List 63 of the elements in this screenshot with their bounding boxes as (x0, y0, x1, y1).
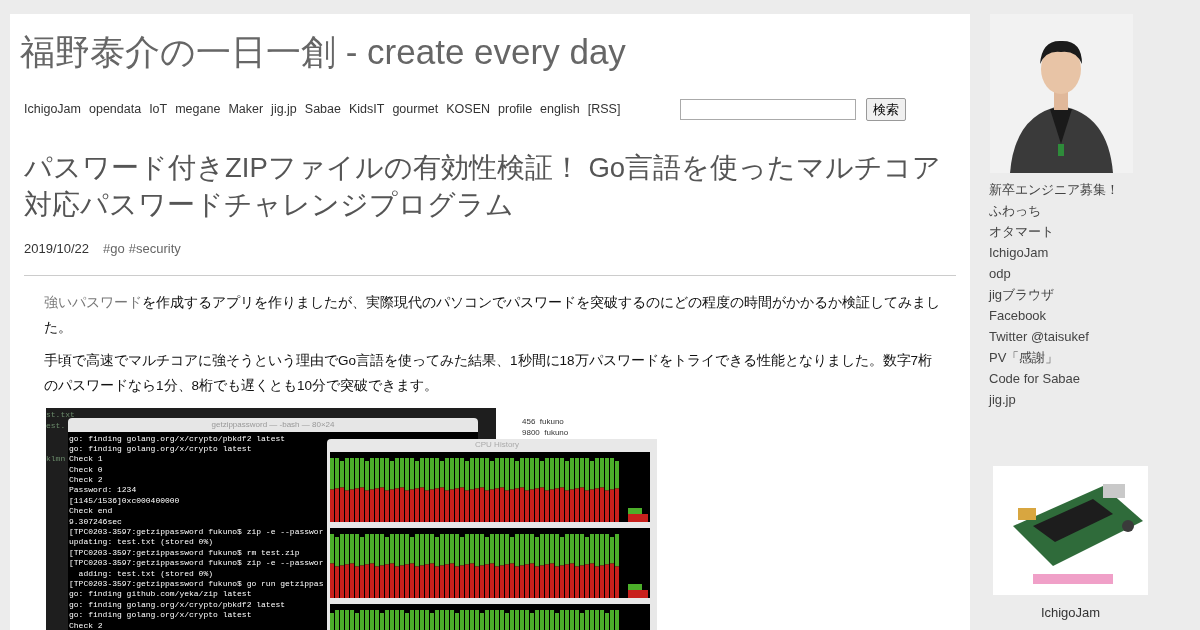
terminal-line: go: finding golang.org/x/crypto latest (69, 443, 253, 455)
nav-link[interactable]: jig.jp (271, 100, 297, 119)
system-load-bar (628, 589, 648, 598)
user-load-bar (628, 583, 642, 590)
nav-link[interactable]: profile (498, 100, 533, 119)
search-button[interactable]: 検索 (866, 98, 906, 121)
nav-link[interactable]: gourmet (392, 100, 439, 119)
terminal-line: updating: test.txt (stored 0%) (69, 537, 215, 548)
nav-link[interactable]: Sabae (304, 100, 341, 119)
process-row-text: 456 fukuno (521, 415, 565, 427)
editor-text: st.txt (46, 408, 75, 420)
editor-text: est. (46, 419, 67, 431)
tag-link[interactable]: #go (103, 239, 125, 259)
blog-title: 福野泰介の一日一創 - create every day (20, 32, 627, 72)
sidebar-link[interactable]: オタマート (989, 221, 1190, 242)
text-link[interactable]: 強いパスワード (44, 294, 142, 310)
nav-link[interactable]: Maker (228, 100, 264, 119)
sidebar-link[interactable]: IchigoJam (989, 242, 1190, 263)
sidebar-link[interactable]: 新卒エンジニア募集！ (989, 179, 1190, 200)
article-title: パスワード付きZIPファイルの有効性検証！ Go言語を使ったマルチコア対応パスワードチャレンジプログラム (24, 151, 943, 222)
nav-link[interactable]: KOSEN (446, 100, 491, 119)
terminal-line: Check 2 (69, 620, 104, 630)
sidebar-link[interactable]: Twitter @taisukef (989, 326, 1190, 347)
sidebar-link[interactable]: Facebook (989, 305, 1190, 326)
nav-link[interactable]: IchigoJam (24, 100, 81, 119)
sidebar-link[interactable]: jig.jp (989, 389, 1190, 410)
terminal-line: [TPC0203-3597:getzippassword fukuno$ rm test.zip (69, 547, 301, 559)
window-title: getzippassword — -bash — 80×24 (211, 418, 335, 431)
user-load-bar (628, 507, 642, 514)
nav-link[interactable]: IoT (149, 100, 168, 119)
banner-caption: IchigoJam (1039, 604, 1102, 622)
tag-link[interactable]: #security (128, 239, 181, 259)
paragraph: 手頃で高速でマルチコアに強そうという理由でGo言語を使ってみた結果、1秒間に18万パスワードをトライできる性能となりました。数字7桁のパスワードなら1分、8桁でも遅くとも10分で突破できます。 (44, 351, 934, 395)
terminal-line: [TPC0203-3597:getzippassword fukuno$ zip -e --passwor (69, 527, 325, 538)
nav-link[interactable]: english (540, 100, 580, 119)
terminal-line: [TPC0203-3597:getzippassword fukuno$ zip -e --passwor (69, 558, 325, 569)
terminal-line: go: finding github.com/yeka/zip latest (69, 589, 253, 600)
nav-link[interactable]: opendata (89, 100, 142, 119)
sidebar-link[interactable]: ふわっち (989, 200, 1190, 221)
system-load-bar (628, 513, 648, 522)
sidebar-link[interactable]: jigブラウザ (989, 284, 1190, 305)
terminal-line: go: finding golang.org/x/crypto/pbkdf2 latest (69, 433, 287, 444)
paragraph: 強いパスワード を作成するアプリを作りましたが、実際現代のパソコンでパスワードを突破するのにどの程度の時間がかかるか検証してみました。 (44, 293, 941, 337)
search-field[interactable] (680, 99, 856, 120)
sidebar-link[interactable]: Code for Sabae (989, 368, 1190, 389)
terminal-line: [TPC0203-3597:getzippassword fukuno$ go run getzippas (69, 578, 325, 590)
process-row-text: 9800 fukuno (521, 426, 570, 438)
terminal-line: Password: 1234 (69, 485, 138, 496)
nav-link[interactable]: megane (175, 100, 221, 119)
terminal-line: go: finding golang.org/x/crypto latest (69, 610, 253, 621)
terminal-line: Check 0 (69, 464, 104, 476)
sidebar-link[interactable]: odp (989, 263, 1190, 284)
terminal-line: adding: test.txt (stored 0%) (77, 568, 215, 579)
terminal-line: Check end (69, 506, 114, 517)
terminal-line: go: finding golang.org/x/crypto/pbkdf2 latest (69, 599, 287, 611)
nav-link[interactable]: KidsIT (349, 100, 385, 119)
terminal-line: Check 2 (69, 475, 104, 486)
terminal-line: [1145/1536]0xc000400000 (69, 495, 181, 507)
sidebar-link[interactable]: PV「感謝」 (989, 347, 1190, 368)
post-date: 2019/10/22 (24, 240, 90, 258)
terminal-line: Check 1 (69, 454, 104, 465)
terminal-line: 9.307246sec (69, 516, 123, 527)
nav-link[interactable]: [RSS] (587, 100, 621, 119)
